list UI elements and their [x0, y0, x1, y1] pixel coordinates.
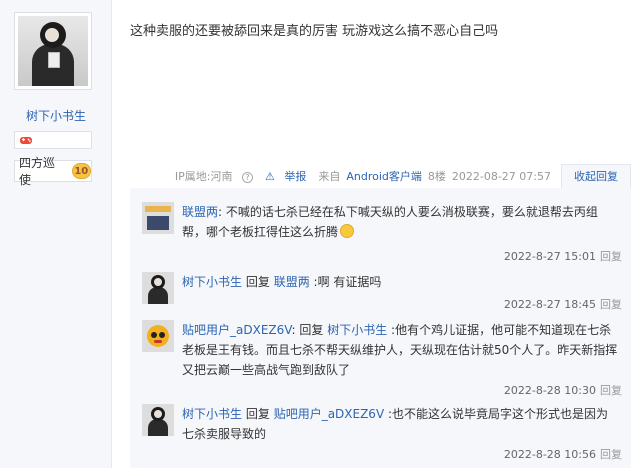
reply-username[interactable]: 贴吧用户_aDXEZ6V [182, 323, 291, 337]
reply-button[interactable]: 回复 [600, 448, 622, 461]
reply-item: 贴吧用户_aDXEZ6V: 回复 树下小书生 :他有个鸡儿证据，他可能不知道现在… [142, 320, 622, 400]
reply-target-username[interactable]: 树下小书生 [327, 323, 387, 337]
reply-username[interactable]: 联盟两 [182, 205, 218, 219]
reply-footer: 2022-8-28 10:30 回复 [504, 382, 622, 398]
reply-target-username[interactable]: 贴吧用户_aDXEZ6V [274, 407, 384, 421]
collapse-replies-button[interactable]: 收起回复 [561, 164, 631, 188]
level-number-badge: 10 [71, 163, 91, 179]
author-avatar[interactable] [14, 12, 92, 90]
reply-time: 2022-8-28 10:56 [503, 448, 596, 461]
reply-button[interactable]: 回复 [600, 298, 622, 311]
reply-panel: 联盟两: 不喊的话七杀已经在私下喊天纵的人要么消极联赛，要么就退帮去丙组帮，哪个… [130, 188, 631, 468]
reply-text: 树下小书生 回复 贴吧用户_aDXEZ6V :也不能这么说毕竟局字这个形式也是因… [182, 407, 609, 441]
reply-username[interactable]: 树下小书生 [182, 275, 242, 289]
user-avatar-girl-icon[interactable] [142, 404, 174, 436]
level-tag[interactable]: 四方巡使 10 [14, 156, 92, 187]
emoji-icon [340, 224, 355, 238]
game-avatar-icon[interactable] [142, 202, 174, 234]
floor-number: 8楼 [427, 170, 446, 183]
warning-icon: ⚠ [264, 170, 275, 183]
ip-location: IP属地:河南 ? [169, 168, 253, 184]
reply-footer: 2022-8-27 18:45 回复 [504, 296, 622, 312]
bear-avatar-icon[interactable] [142, 320, 174, 352]
reply-item: 树下小书生 回复 贴吧用户_aDXEZ6V :也不能这么说毕竟局字这个形式也是因… [142, 404, 622, 464]
gamepad-icon [20, 137, 32, 144]
reply-time: 2022-8-27 15:01 [503, 250, 596, 263]
user-avatar-girl-icon[interactable] [142, 272, 174, 304]
level-title: 四方巡使 [19, 156, 56, 187]
help-icon[interactable]: ? [241, 172, 253, 183]
reply-text: 联盟两: 不喊的话七杀已经在私下喊天纵的人要么消极联赛，要么就退帮去丙组帮，哪个… [182, 205, 598, 239]
post-datetime: 2022-08-27 07:57 [451, 169, 551, 183]
reply-target-username[interactable]: 联盟两 [274, 275, 310, 289]
report-link[interactable]: ⚠ 举报 [259, 168, 306, 184]
reply-footer: 2022-8-27 15:01 回复 [504, 248, 622, 264]
source-link[interactable]: Android客户端 [346, 170, 422, 183]
post-source: 来自 Android客户端 [318, 170, 422, 183]
author-badge-box [14, 131, 92, 149]
reply-text: 贴吧用户_aDXEZ6V: 回复 树下小书生 :他有个鸡儿证据，他可能不知道现在… [182, 323, 618, 377]
author-username[interactable]: 树下小书生 [0, 107, 112, 124]
reply-button[interactable]: 回复 [600, 384, 622, 397]
reply-time: 2022-8-28 10:30 [503, 384, 596, 397]
reply-time: 2022-8-27 18:45 [503, 298, 596, 311]
reply-button[interactable]: 回复 [600, 250, 622, 263]
reply-footer: 2022-8-28 10:56 回复 [504, 446, 622, 462]
author-sidebar: 树下小书生 四方巡使 10 [0, 0, 112, 468]
reply-item: 联盟两: 不喊的话七杀已经在私下喊天纵的人要么消极联赛，要么就退帮去丙组帮，哪个… [142, 202, 622, 266]
post-content: 这种卖服的还要被舔回来是真的厉害 玩游戏这么搞不恶心自己吗 [130, 24, 499, 39]
reply-text: 树下小书生 回复 联盟两 :啊 有证据吗 [182, 275, 382, 289]
reply-item: 树下小书生 回复 联盟两 :啊 有证据吗 2022-8-27 18:45 回复 [142, 272, 622, 312]
user-avatar-girl-icon [18, 16, 88, 86]
post-meta-bar: IP属地:河南 ? ⚠ 举报 来自 Android客户端 8楼 2022-08-2… [130, 164, 631, 188]
reply-username[interactable]: 树下小书生 [182, 407, 242, 421]
